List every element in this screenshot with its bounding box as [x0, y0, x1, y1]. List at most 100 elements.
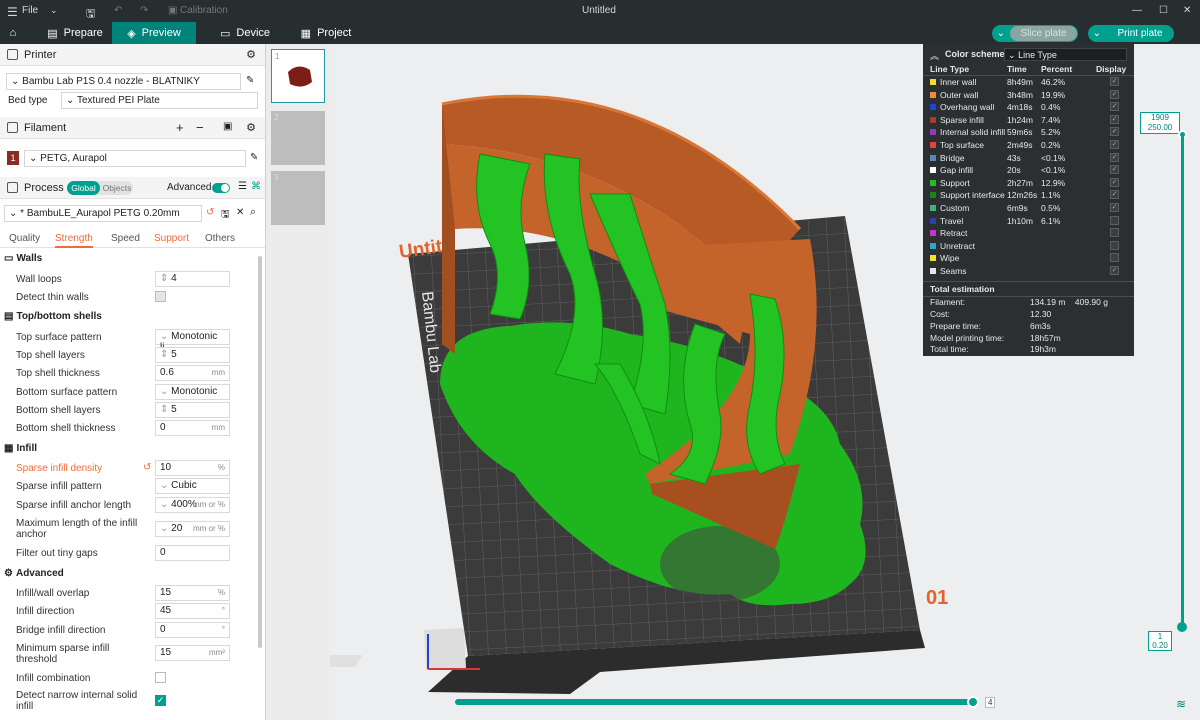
bridge-infill-direction-input[interactable]: 0 ° — [155, 622, 230, 638]
display-checkbox[interactable]: ✓ — [1110, 127, 1119, 137]
chevron-down-icon[interactable]: ⌄ — [992, 28, 1010, 39]
move-slider-track[interactable] — [455, 699, 975, 705]
display-checkbox[interactable]: ✓ — [1110, 152, 1119, 162]
remove-filament-button[interactable]: − — [196, 120, 204, 135]
printer-select[interactable]: ⌄ Bambu Lab P1S 0.4 nozzle - BLATNIKY — [6, 73, 241, 90]
infill-combination-checkbox[interactable] — [155, 672, 166, 683]
tab-speed[interactable]: Speed — [111, 233, 140, 244]
network-icon[interactable]: ⌘ — [251, 181, 261, 192]
process-preset-select[interactable]: ⌄ * BambuLE_Aurapol PETG 0.20mm — [4, 205, 202, 222]
slice-plate-button[interactable]: ⌄ Slice plate — [992, 25, 1078, 42]
layers-icon[interactable]: ≋ — [1176, 697, 1186, 711]
display-checkbox[interactable]: ✓ — [1110, 177, 1119, 187]
tab-quality[interactable]: Quality — [9, 233, 40, 244]
display-checkbox[interactable] — [1110, 215, 1119, 225]
global-objects-toggle[interactable]: Global Objects — [67, 181, 133, 195]
display-checkbox[interactable]: ✓ — [1110, 203, 1119, 212]
min-sparse-threshold-input[interactable]: 15 mm² — [155, 645, 230, 661]
advanced-toggle[interactable] — [212, 183, 230, 193]
sparse-infill-density-input[interactable]: 10% — [155, 460, 230, 476]
plate-thumbnail[interactable]: 3 — [271, 171, 325, 225]
display-checkbox[interactable]: ✓ — [1110, 266, 1119, 275]
display-checkbox[interactable]: ✓ — [1110, 190, 1119, 200]
move-slider-handle[interactable] — [967, 696, 979, 708]
maximize-icon[interactable]: ☐ — [1159, 5, 1168, 16]
tab-prepare[interactable]: ▤ Prepare — [40, 22, 110, 44]
display-checkbox[interactable] — [1110, 253, 1119, 263]
filament-select[interactable]: ⌄ PETG, Aurapol — [24, 150, 246, 167]
estimate-value: 18h57m — [1030, 333, 1061, 343]
infill-anchor-length-input[interactable]: ⌄ 400% mm or % — [155, 497, 230, 513]
display-checkbox[interactable]: ✓ — [1110, 114, 1119, 124]
display-checkbox[interactable]: ✓ — [1110, 165, 1119, 175]
bottom-shell-layers-input[interactable]: ⇕ 5 — [155, 402, 230, 418]
plate-thumbnail[interactable]: 1 — [271, 49, 325, 103]
process-header-title: Process — [24, 182, 64, 194]
compare-icon[interactable]: ☰ — [238, 181, 247, 192]
layer-slider[interactable]: 1909 250.00 1 0.20 — [1140, 112, 1187, 652]
unit-label: mm² — [209, 648, 225, 657]
detect-thin-walls-checkbox[interactable] — [155, 291, 166, 302]
filament-sync-icon[interactable]: ▣ — [223, 121, 232, 132]
sparse-infill-pattern-select[interactable]: ⌄ Cubic — [155, 478, 230, 494]
minimize-icon[interactable]: — — [1132, 5, 1142, 16]
bottom-layer-handle[interactable] — [1177, 622, 1187, 632]
menu-icon[interactable]: ☰ — [7, 5, 18, 19]
color-scheme-select[interactable]: ⌄ Line Type — [1004, 48, 1127, 61]
display-checkbox[interactable]: ✓ — [1110, 140, 1119, 149]
display-checkbox[interactable]: ✓ — [1110, 77, 1119, 86]
tab-device[interactable]: ▭ Device — [210, 22, 280, 44]
gear-icon[interactable]: ⚙ — [246, 48, 256, 61]
layer-slider-track[interactable] — [1181, 136, 1184, 626]
tab-others[interactable]: Others — [205, 233, 235, 244]
add-filament-button[interactable]: + — [176, 120, 184, 135]
bed-type-select[interactable]: ⌄ Textured PEI Plate — [61, 92, 258, 109]
max-infill-anchor-input[interactable]: ⌄ 20 mm or % — [155, 521, 230, 537]
tab-preview[interactable]: ◈ Preview — [112, 22, 196, 44]
top-surface-pattern-select[interactable]: ⌄ Monotonic li... — [155, 329, 230, 353]
stepper-icon[interactable]: ⇕ — [160, 404, 168, 415]
print-plate-button[interactable]: ⌄ Print plate — [1088, 25, 1174, 42]
stepper-icon[interactable]: ⇕ — [160, 273, 168, 284]
infill-direction-input[interactable]: 45 ° — [155, 603, 230, 619]
top-shell-layers-input[interactable]: ⇕ 5 — [155, 347, 230, 363]
edit-icon[interactable]: ✎ — [250, 152, 258, 163]
tab-strength[interactable]: Strength — [55, 233, 93, 248]
objects-option[interactable]: Objects — [101, 181, 133, 195]
tab-support[interactable]: Support — [154, 233, 189, 244]
reset-icon[interactable]: ↺ — [206, 207, 214, 218]
collapse-icon[interactable]: ︽ — [930, 49, 939, 62]
undo-icon[interactable]: ↶ — [114, 5, 122, 16]
settings-scrollbar[interactable] — [258, 256, 262, 648]
infill-wall-overlap-input[interactable]: 15% — [155, 585, 230, 601]
bottom-shell-thickness-input[interactable]: 0 mm — [155, 420, 230, 436]
bottom-surface-pattern-select[interactable]: ⌄ Monotonic — [155, 384, 230, 400]
redo-icon[interactable]: ↷ — [140, 5, 148, 16]
gear-icon[interactable]: ⚙ — [246, 121, 256, 134]
delete-preset-icon[interactable]: ✕ — [236, 207, 244, 218]
chevron-down-icon[interactable]: ⌄ — [1088, 28, 1106, 39]
search-icon[interactable]: ⌕ — [250, 206, 256, 219]
move-slider[interactable]: 4 — [455, 696, 996, 708]
display-checkbox[interactable]: ✓ — [1110, 89, 1119, 99]
filter-tiny-gaps-input[interactable]: 0 — [155, 545, 230, 561]
stepper-icon[interactable]: ⇕ — [160, 349, 168, 360]
filament-color-swatch[interactable]: 1 — [7, 151, 19, 165]
calibration-menu[interactable]: Calibration — [180, 5, 228, 16]
chevron-down-icon[interactable]: ⌄ — [50, 5, 58, 16]
display-checkbox[interactable] — [1110, 228, 1119, 238]
display-checkbox[interactable]: ✓ — [1110, 102, 1119, 112]
top-shell-thickness-input[interactable]: 0.6 mm — [155, 365, 230, 381]
reset-icon[interactable]: ↺ — [143, 462, 151, 473]
file-menu[interactable]: File — [22, 5, 38, 16]
home-icon[interactable]: ⌂ — [0, 22, 26, 44]
tab-project[interactable]: ▦ Project — [296, 22, 356, 44]
save-preset-icon[interactable]: 🖫 — [221, 207, 230, 224]
edit-icon[interactable]: ✎ — [246, 75, 254, 86]
narrow-solid-infill-checkbox[interactable]: ✓ — [155, 695, 166, 706]
close-icon[interactable]: ✕ — [1183, 5, 1191, 16]
wall-loops-input[interactable]: ⇕ 4 — [155, 271, 230, 287]
plate-thumbnail[interactable]: 2 — [271, 111, 325, 165]
global-option[interactable]: Global — [67, 181, 100, 195]
display-checkbox[interactable] — [1110, 240, 1119, 250]
